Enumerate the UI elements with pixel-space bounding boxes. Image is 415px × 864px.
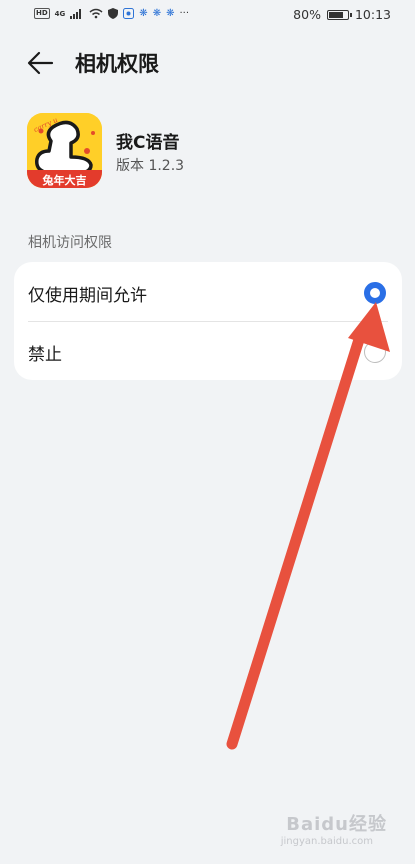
section-label: 相机访问权限 [28, 235, 112, 251]
app-version: 版本 1.2.3 [116, 158, 185, 174]
battery-percent: 80% [293, 7, 321, 22]
header: 相机权限 [0, 40, 415, 86]
radio-selected-icon[interactable] [364, 282, 386, 304]
hd-badge: HD [34, 8, 50, 19]
wifi-icon [89, 8, 103, 19]
back-button[interactable] [26, 50, 56, 76]
icon-banner-text: 兔年大吉 [42, 174, 87, 187]
watermark-brand: Baidu经验 [286, 814, 387, 835]
app-name: 我C语音 [116, 133, 180, 153]
option-label: 仅使用期间允许 [28, 286, 147, 306]
option-deny[interactable]: 禁止 [14, 321, 402, 380]
paw-icon: ❋ [166, 8, 175, 19]
network-badge: 4G [54, 9, 66, 18]
permission-options-card: 仅使用期间允许 禁止 [14, 262, 402, 380]
app-icon: carry u 兔年大吉 [27, 113, 102, 188]
shield-icon [108, 8, 119, 19]
battery-icon [326, 9, 352, 20]
status-bar: HD 4G ❋ ❋ ❋ ··· 80% 10:13 [0, 0, 415, 30]
option-allow-while-using[interactable]: 仅使用期间允许 [14, 262, 402, 321]
paw-icon: ❋ [152, 8, 162, 19]
signal-icon [70, 8, 82, 19]
page-title: 相机权限 [75, 52, 159, 76]
radio-unselected-icon[interactable] [364, 341, 386, 363]
app-notification-icon [123, 8, 135, 19]
more-notifications-icon: ··· [179, 8, 190, 19]
paw-icon: ❋ [139, 8, 148, 19]
watermark: Baidu经验 jingyan.baidu.com [267, 810, 387, 856]
status-icons-left: HD 4G ❋ ❋ ❋ ··· [34, 8, 189, 19]
watermark-url: jingyan.baidu.com [280, 836, 373, 847]
clock: 10:13 [354, 7, 391, 22]
option-label: 禁止 [28, 345, 62, 365]
status-icons-right: 80% 10:13 [293, 7, 391, 22]
arrow-left-icon [27, 51, 54, 75]
